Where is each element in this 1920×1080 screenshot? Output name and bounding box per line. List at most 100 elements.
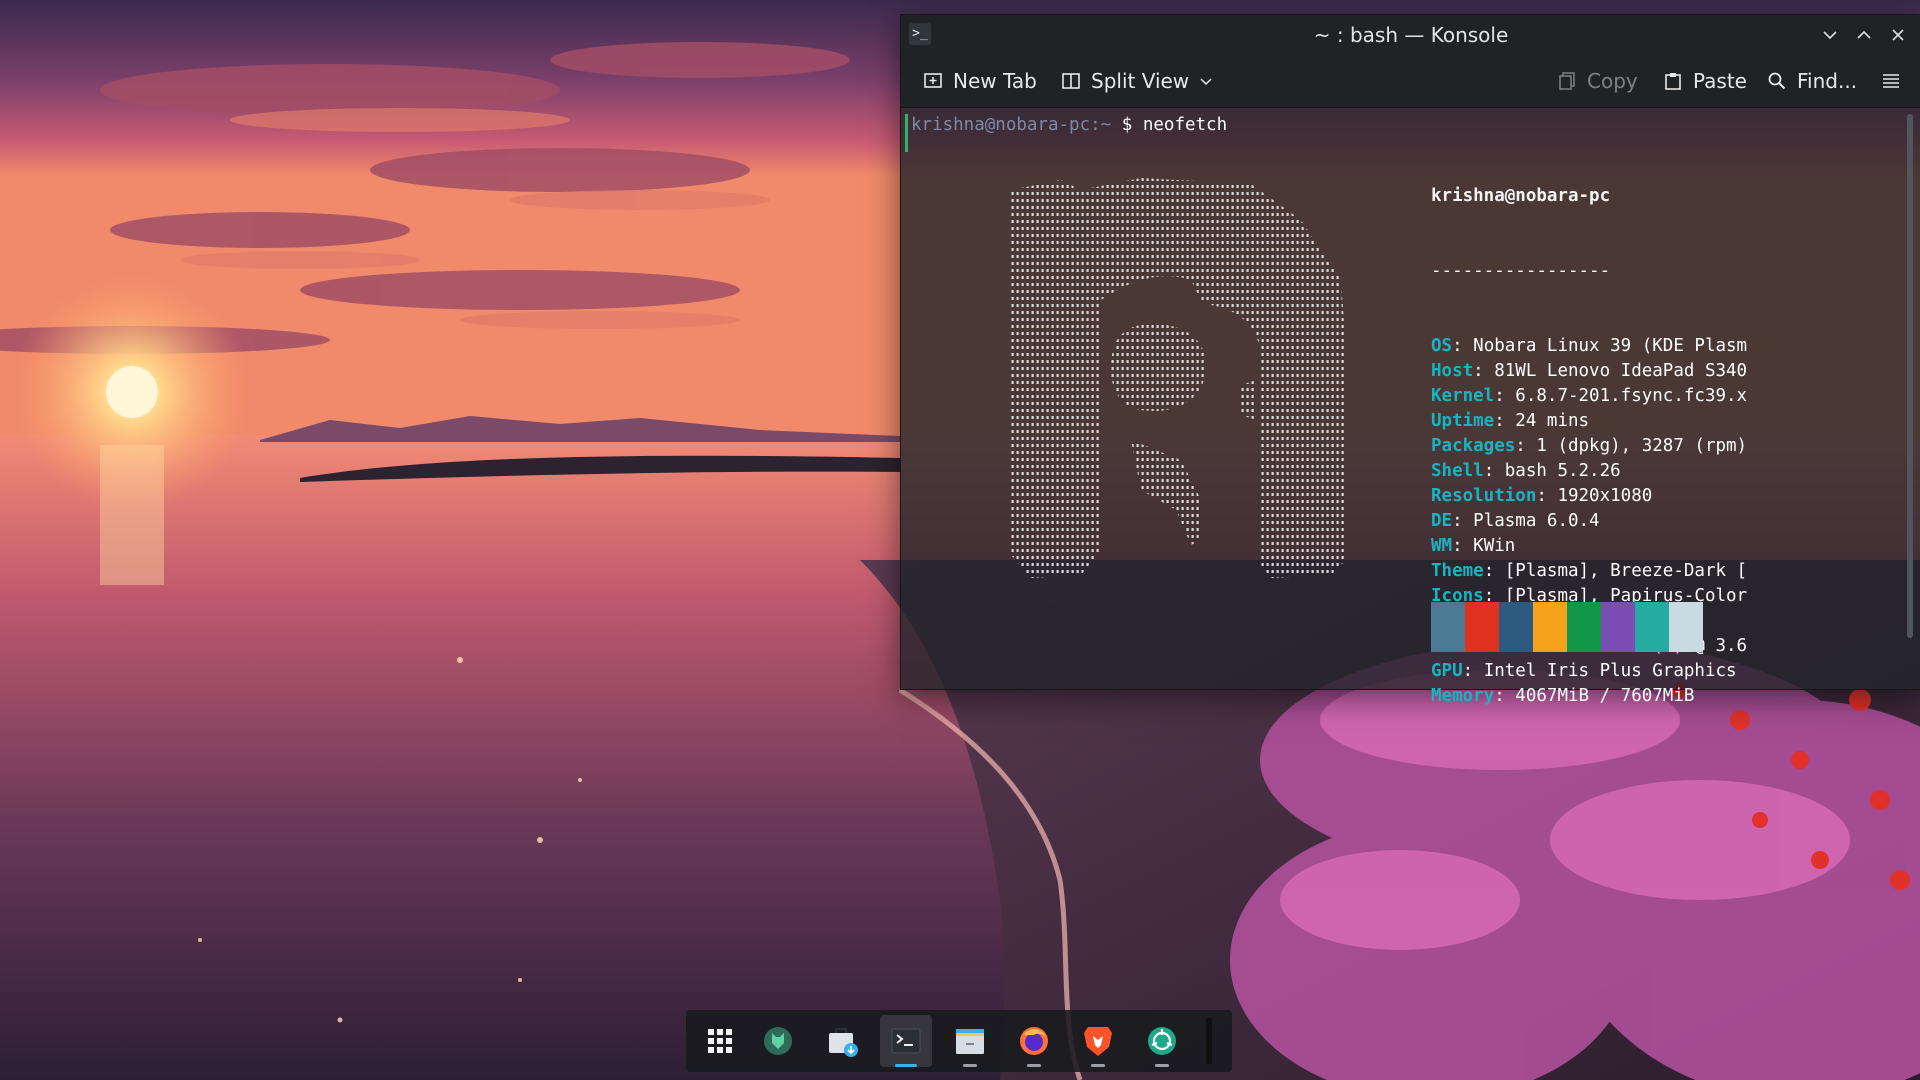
info-row-os: OS: Nobara Linux 39 (KDE Plasm [1431, 334, 1747, 359]
info-key: GPU [1431, 661, 1463, 681]
taskbar-dock [686, 1010, 1232, 1072]
palette-swatch [1431, 602, 1465, 652]
info-colon: : [1494, 411, 1516, 431]
info-value: Nobara Linux 39 (KDE Plasm [1473, 336, 1748, 356]
info-row-packages: Packages: 1 (dpkg), 3287 (rpm) [1431, 434, 1747, 459]
running-indicator [1091, 1064, 1105, 1067]
dock-item-system[interactable] [1136, 1015, 1188, 1067]
new-tab-button[interactable]: New Tab [923, 65, 1037, 97]
paste-button[interactable]: Paste [1663, 65, 1747, 97]
maximize-button[interactable] [1849, 20, 1879, 50]
split-view-icon [1062, 73, 1080, 89]
info-key: OS [1431, 336, 1453, 356]
info-colon: : [1536, 486, 1558, 506]
prompt-path: :~ [1090, 115, 1112, 135]
new-tab-icon [924, 73, 942, 88]
chevron-down-icon [1823, 31, 1837, 40]
minimize-button[interactable] [1815, 20, 1845, 50]
close-button[interactable] [1883, 20, 1913, 50]
palette-swatch [1533, 602, 1567, 652]
info-title: krishna@nobara-pc [1431, 186, 1611, 206]
nobara-ascii-logo [1011, 178, 1346, 578]
prompt-line: krishna@nobara-pc:~ $ neofetch [905, 114, 1227, 152]
find-button[interactable]: Find... [1767, 65, 1857, 97]
system-info: krishna@nobara-pc ----------------- OS: … [1431, 134, 1747, 759]
search-icon [1768, 72, 1786, 90]
palette-swatch [1465, 602, 1499, 652]
system-icon [1148, 1027, 1176, 1055]
info-key: Shell [1431, 461, 1484, 481]
copy-icon [1559, 72, 1575, 90]
paste-icon [1665, 73, 1681, 90]
info-separator: ----------------- [1431, 261, 1611, 281]
info-value: 1920x1080 [1557, 486, 1653, 506]
hamburger-menu-button[interactable] [1881, 65, 1901, 97]
info-row-uptime: Uptime: 24 mins [1431, 409, 1747, 434]
info-key: Memory [1431, 686, 1495, 706]
info-value: 1 (dpkg), 3287 (rpm) [1536, 436, 1748, 456]
info-key: Kernel [1431, 386, 1495, 406]
new-tab-label: New Tab [953, 69, 1037, 93]
dock-item-brave[interactable] [1072, 1015, 1124, 1067]
info-row-host: Host: 81WL Lenovo IdeaPad S340 [1431, 359, 1747, 384]
palette-swatch [1499, 602, 1533, 652]
info-value: 4067MiB / 7607MiB [1515, 686, 1695, 706]
info-row-de: DE: Plasma 6.0.4 [1431, 509, 1747, 534]
dock-item-nobara-tweaks[interactable] [752, 1015, 804, 1067]
info-colon: : [1452, 511, 1474, 531]
info-key: WM [1431, 536, 1453, 556]
copy-button[interactable]: Copy [1557, 65, 1638, 97]
info-value: 6.8.7-201.fsync.fc39.x [1515, 386, 1748, 406]
info-value: [Plasma], Breeze-Dark [ [1504, 561, 1748, 581]
running-indicator [963, 1064, 977, 1067]
info-colon: : [1462, 661, 1484, 681]
info-colon: : [1452, 536, 1474, 556]
running-indicator [1027, 1064, 1041, 1067]
dock-item-app-launcher[interactable] [694, 1015, 746, 1067]
toolbar: New Tab Split View Copy Paste Find... [901, 55, 1920, 108]
split-view-label: Split View [1091, 69, 1190, 93]
dock-separator [1206, 1018, 1212, 1064]
konsole-icon [891, 1028, 921, 1054]
color-palette [1431, 602, 1703, 652]
dock-item-konsole[interactable] [880, 1015, 932, 1067]
prompt-user: krishna@nobara-pc [911, 115, 1091, 135]
chevron-up-icon [1857, 30, 1871, 39]
info-key: Uptime [1431, 411, 1495, 431]
palette-swatch [1635, 602, 1669, 652]
info-value: Plasma 6.0.4 [1473, 511, 1600, 531]
paste-label: Paste [1693, 69, 1747, 93]
nobara-tweaks-icon [764, 1027, 792, 1055]
terminal-area[interactable]: krishna@nobara-pc:~ $ neofetch krishna@n… [901, 108, 1920, 706]
palette-swatch [1669, 602, 1703, 652]
info-key: DE [1431, 511, 1453, 531]
info-colon: : [1483, 561, 1505, 581]
info-row-kernel: Kernel: 6.8.7-201.fsync.fc39.x [1431, 384, 1747, 409]
split-view-button[interactable]: Split View [1061, 65, 1213, 97]
info-row-memory: Memory: 4067MiB / 7607MiB [1431, 684, 1747, 709]
info-value: 24 mins [1515, 411, 1590, 431]
konsole-window: >_ ~ : bash — Konsole New Tab Split View [900, 14, 1920, 706]
running-indicator [1155, 1064, 1169, 1067]
dock-item-file-manager[interactable] [944, 1015, 996, 1067]
info-key: Resolution [1431, 486, 1537, 506]
close-icon [1892, 29, 1904, 41]
scrollbar[interactable] [1907, 114, 1913, 638]
info-colon: : [1483, 461, 1505, 481]
info-colon: : [1473, 361, 1495, 381]
active-indicator [895, 1064, 917, 1067]
prompt-symbol: $ [1121, 115, 1133, 135]
dock-item-software-store[interactable] [816, 1015, 868, 1067]
info-colon: : [1515, 436, 1537, 456]
title-bar[interactable]: >_ ~ : bash — Konsole [901, 15, 1920, 55]
brave-icon [1084, 1027, 1112, 1056]
info-row-wm: WM: KWin [1431, 534, 1747, 559]
palette-swatch [1567, 602, 1601, 652]
info-row-resolution: Resolution: 1920x1080 [1431, 484, 1747, 509]
dock-item-firefox[interactable] [1008, 1015, 1060, 1067]
copy-label: Copy [1587, 69, 1638, 93]
info-key: Packages [1431, 436, 1516, 456]
window-title: ~ : bash — Konsole [1313, 23, 1509, 47]
info-value: bash 5.2.26 [1504, 461, 1621, 481]
software-store-icon [829, 1028, 858, 1057]
